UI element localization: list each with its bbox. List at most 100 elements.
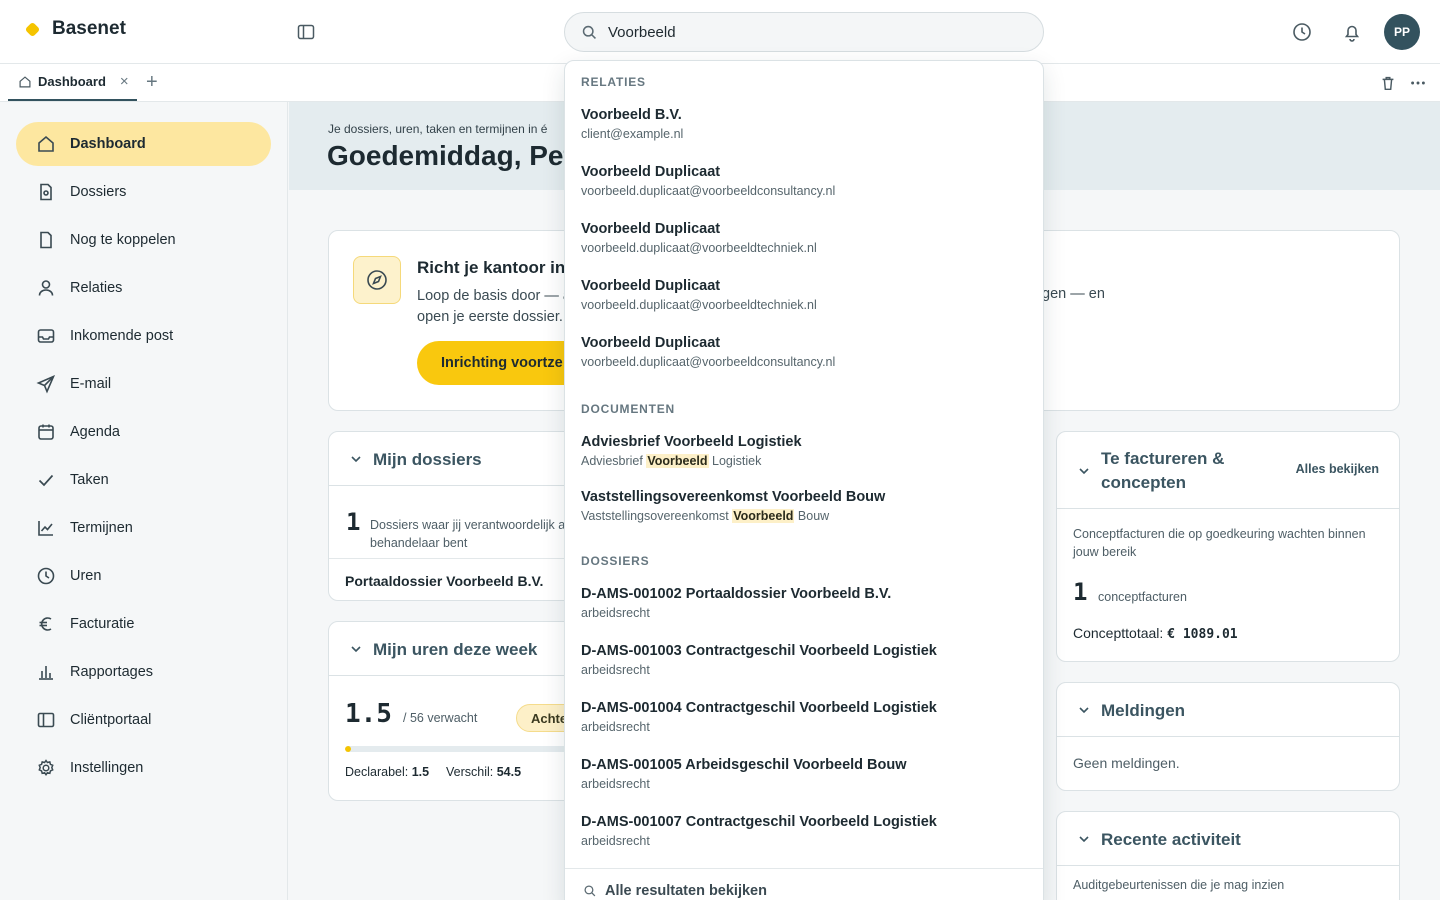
search-result-document[interactable]: Vaststellingsovereenkomst Voorbeeld Bouw… bbox=[581, 487, 1027, 525]
search-result-relatie[interactable]: Voorbeeld Duplicaat voorbeeld.duplicaat@… bbox=[581, 276, 1027, 314]
invoice-count-label: conceptfacturen bbox=[1098, 590, 1187, 604]
inbox-icon bbox=[37, 329, 55, 343]
my-hours-card: Mijn uren deze week 1.5 / 56 verwacht Ac… bbox=[328, 621, 585, 801]
empty-state: Geen meldingen. bbox=[1073, 755, 1180, 771]
search-result-relatie[interactable]: Voorbeeld B.V. client@example.nl bbox=[581, 105, 1027, 143]
search-result-relatie[interactable]: Voorbeeld Duplicaat voorbeeld.duplicaat@… bbox=[581, 219, 1027, 257]
sidebar-item-label: Agenda bbox=[70, 424, 120, 440]
result-title: Voorbeeld Duplicaat bbox=[581, 278, 721, 294]
chevron-down-icon[interactable] bbox=[349, 452, 363, 466]
sidebar-item-label: Relaties bbox=[70, 280, 123, 296]
search-results-dropdown: RELATIES Voorbeeld B.V. client@example.n… bbox=[564, 60, 1044, 900]
result-subtitle: arbeidsrecht bbox=[581, 663, 650, 677]
result-subtitle: arbeidsrecht bbox=[581, 777, 650, 791]
search-box[interactable] bbox=[564, 12, 1044, 52]
panel-header[interactable]: Mijn uren deze week bbox=[329, 622, 577, 676]
sidebar-item-clientportaal[interactable]: Cliëntportaal bbox=[16, 698, 271, 742]
result-subtitle: voorbeeld.duplicaat@voorbeeldtechniek.nl bbox=[581, 241, 817, 255]
page-title: Goedemiddag, Pet bbox=[327, 140, 573, 171]
section-header-relaties: RELATIES bbox=[581, 75, 646, 89]
sidebar-item-dossiers[interactable]: Dossiers bbox=[16, 170, 271, 214]
panel-header[interactable]: Te factureren & concepten Alles bekijken bbox=[1057, 432, 1399, 509]
search-result-relatie[interactable]: Voorbeeld Duplicaat voorbeeld.duplicaat@… bbox=[581, 162, 1027, 200]
result-title: D-AMS-001007 Contractgeschil Voorbeeld L… bbox=[581, 814, 937, 830]
sidebar-item-rapportages[interactable]: Rapportages bbox=[16, 650, 271, 694]
section-header-documenten: DOCUMENTEN bbox=[581, 402, 675, 416]
sidebar-toggle-icon[interactable] bbox=[296, 22, 316, 42]
result-title: D-AMS-001003 Contractgeschil Voorbeeld L… bbox=[581, 643, 937, 659]
home-icon bbox=[38, 135, 54, 152]
user-avatar[interactable]: PP bbox=[1384, 14, 1420, 50]
add-tab-button[interactable]: + bbox=[146, 71, 158, 94]
panel-header[interactable]: Meldingen bbox=[1057, 683, 1399, 737]
sidebar-item-nog-te-koppelen[interactable]: Nog te koppelen bbox=[16, 218, 271, 262]
chevron-down-icon[interactable] bbox=[349, 642, 363, 656]
history-clock-icon[interactable] bbox=[1291, 21, 1313, 43]
sidebar-item-label: Cliëntportaal bbox=[70, 712, 152, 728]
portal-icon bbox=[37, 712, 55, 728]
recent-activity-card: Recente activiteit Auditgebeurtenissen d… bbox=[1056, 811, 1400, 900]
user-icon bbox=[38, 280, 54, 296]
panel-title: Te factureren & concepten bbox=[1101, 449, 1225, 492]
search-result-relatie[interactable]: Voorbeeld Duplicaat voorbeeld.duplicaat@… bbox=[581, 333, 1027, 371]
sidebar-item-label: Termijnen bbox=[70, 520, 133, 536]
verschil-stat: Verschil: 54.5 bbox=[446, 765, 521, 779]
search-input[interactable] bbox=[608, 23, 1008, 41]
dossier-count: 1 bbox=[346, 508, 361, 536]
view-all-results-button[interactable]: Alle resultaten bekijken bbox=[565, 868, 1043, 900]
more-options-icon[interactable] bbox=[1409, 74, 1427, 92]
chevron-down-icon[interactable] bbox=[1077, 464, 1091, 478]
sidebar-item-facturatie[interactable]: Facturatie bbox=[16, 602, 271, 646]
result-title: Vaststellingsovereenkomst Voorbeeld Bouw bbox=[581, 489, 886, 505]
basenet-logo-icon bbox=[24, 20, 42, 38]
stat-value: 54.5 bbox=[496, 765, 522, 779]
sidebar-item-taken[interactable]: Taken bbox=[16, 458, 271, 502]
sidebar-item-relaties[interactable]: Relaties bbox=[16, 266, 271, 310]
panel-header[interactable]: Recente activiteit bbox=[1057, 812, 1399, 866]
search-result-dossier[interactable]: D-AMS-001003 Contractgeschil Voorbeeld L… bbox=[581, 641, 1027, 679]
sidebar-item-uren[interactable]: Uren bbox=[16, 554, 271, 598]
tab-close-icon[interactable]: × bbox=[120, 73, 129, 90]
search-result-dossier[interactable]: D-AMS-001005 Arbeidsgeschil Voorbeeld Bo… bbox=[581, 755, 1027, 793]
sidebar-item-email[interactable]: E-mail bbox=[16, 362, 271, 406]
panel-header[interactable]: Mijn dossiers bbox=[329, 432, 577, 486]
result-subtitle: arbeidsrecht bbox=[581, 834, 650, 848]
sidebar-item-instellingen[interactable]: Instellingen bbox=[16, 746, 271, 790]
notifications-card: Meldingen Geen meldingen. bbox=[1056, 682, 1400, 791]
sidebar-item-inkomende-post[interactable]: Inkomende post bbox=[16, 314, 271, 358]
chevron-down-icon[interactable] bbox=[1077, 703, 1091, 717]
bell-icon[interactable] bbox=[1341, 21, 1363, 43]
subtitle-text: Bouw bbox=[794, 509, 830, 523]
panel-title: Mijn dossiers bbox=[373, 450, 482, 469]
search-result-dossier[interactable]: D-AMS-001002 Portaaldossier Voorbeeld B.… bbox=[581, 584, 1027, 622]
brand[interactable]: Basenet bbox=[24, 18, 126, 40]
view-all-link[interactable]: Alles bekijken bbox=[1296, 462, 1379, 476]
search-icon bbox=[584, 884, 596, 896]
my-dossiers-card: Mijn dossiers 1 Dossiers waar jij verant… bbox=[328, 431, 578, 601]
search-result-dossier[interactable]: D-AMS-001007 Contractgeschil Voorbeeld L… bbox=[581, 812, 1027, 850]
invoices-description: Conceptfacturen die op goedkeuring wacht… bbox=[1073, 527, 1366, 559]
sidebar-item-label: Instellingen bbox=[70, 760, 144, 776]
search-result-dossier[interactable]: D-AMS-001004 Contractgeschil Voorbeeld L… bbox=[581, 698, 1027, 736]
continue-setup-button[interactable]: Inrichting voortze bbox=[417, 341, 587, 385]
result-subtitle: Vaststellingsovereenkomst Voorbeeld Bouw bbox=[581, 507, 1027, 525]
chevron-down-icon[interactable] bbox=[1077, 832, 1091, 846]
result-subtitle: client@example.nl bbox=[581, 127, 684, 141]
calendar-icon bbox=[38, 424, 54, 440]
hours-expected: / 56 verwacht bbox=[403, 711, 478, 725]
greeting-subtitle: Je dossiers, uren, taken en termijnen in… bbox=[328, 122, 548, 136]
check-icon bbox=[38, 474, 54, 487]
result-title: Voorbeeld Duplicaat bbox=[581, 335, 721, 351]
tab-dashboard[interactable]: Dashboard × bbox=[8, 64, 137, 101]
sidebar-item-dashboard[interactable]: Dashboard bbox=[16, 122, 271, 166]
search-result-document[interactable]: Adviesbrief Voorbeeld Logistiek Adviesbr… bbox=[581, 432, 1027, 470]
top-bar: Basenet PP bbox=[0, 0, 1440, 64]
dossier-row[interactable]: Portaaldossier Voorbeeld B.V. bbox=[329, 558, 577, 602]
total-value: € 1089.01 bbox=[1167, 627, 1238, 642]
search-highlight: Voorbeeld bbox=[732, 509, 795, 523]
sidebar-item-label: Facturatie bbox=[70, 616, 135, 632]
trash-icon[interactable] bbox=[1379, 74, 1397, 92]
sidebar-item-agenda[interactable]: Agenda bbox=[16, 410, 271, 454]
section-header-dossiers: DOSSIERS bbox=[581, 554, 650, 568]
sidebar-item-termijnen[interactable]: Termijnen bbox=[16, 506, 271, 550]
